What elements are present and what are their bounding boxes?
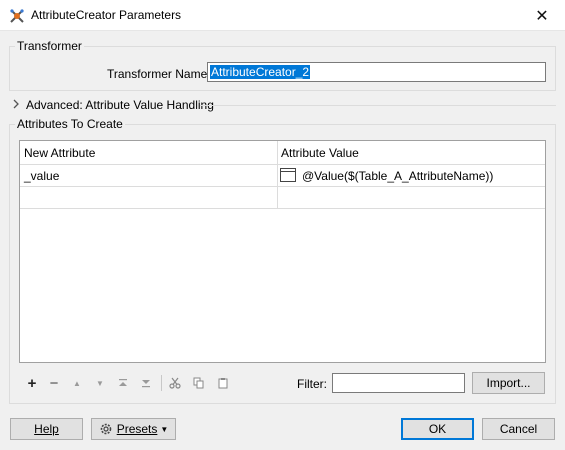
close-icon[interactable]: ✕ (519, 0, 565, 31)
move-to-top-icon[interactable] (113, 372, 133, 394)
attribute-value-cell[interactable]: @Value($(Table_A_AttributeName)) (302, 169, 493, 183)
move-up-icon[interactable]: ▲ (67, 372, 87, 394)
gear-icon (100, 423, 111, 435)
filter-label: Filter: (297, 377, 327, 391)
toolbar-separator (161, 375, 162, 391)
transformer-name-value: AttributeCreator_2 (210, 65, 311, 79)
remove-row-icon[interactable]: − (44, 372, 64, 394)
expression-editor-icon[interactable] (280, 168, 296, 182)
cut-icon[interactable] (165, 372, 185, 394)
transformer-name-label: Transformer Name: (107, 67, 211, 81)
copy-icon[interactable] (189, 372, 209, 394)
fme-transformer-icon (10, 9, 24, 23)
paste-icon[interactable] (213, 372, 233, 394)
chevron-right-icon[interactable] (11, 99, 21, 109)
cancel-button[interactable]: Cancel (482, 418, 555, 440)
chevron-down-icon: ▼ (160, 424, 169, 434)
column-header-new-attribute[interactable]: New Attribute (24, 146, 95, 160)
help-button-label: Help (34, 422, 59, 436)
title-bar: AttributeCreator Parameters ✕ (0, 0, 565, 31)
table-row[interactable]: _value @Value($(Table_A_AttributeName)) (20, 165, 545, 187)
table-header: New Attribute Attribute Value (20, 141, 545, 165)
filter-input[interactable] (332, 373, 465, 393)
attributes-table: New Attribute Attribute Value _value @Va… (19, 140, 546, 363)
advanced-divider (200, 105, 556, 106)
attributes-group-title: Attributes To Create (15, 117, 125, 131)
presets-button-label: Presets (116, 422, 158, 436)
advanced-section-toggle[interactable]: Advanced: Attribute Value Handling (26, 98, 214, 112)
window-title: AttributeCreator Parameters (31, 8, 182, 22)
ok-button[interactable]: OK (401, 418, 474, 440)
transformer-name-input[interactable]: AttributeCreator_2 (207, 62, 546, 82)
move-down-icon[interactable]: ▼ (90, 372, 110, 394)
table-row[interactable] (20, 187, 545, 209)
help-button[interactable]: Help (10, 418, 83, 440)
move-to-bottom-icon[interactable] (136, 372, 156, 394)
column-header-attribute-value[interactable]: Attribute Value (281, 146, 359, 160)
import-button[interactable]: Import... (472, 372, 545, 394)
presets-button[interactable]: Presets ▼ (91, 418, 176, 440)
add-row-icon[interactable]: + (22, 372, 42, 394)
new-attribute-cell[interactable]: _value (24, 169, 59, 183)
transformer-group-title: Transformer (15, 39, 84, 53)
